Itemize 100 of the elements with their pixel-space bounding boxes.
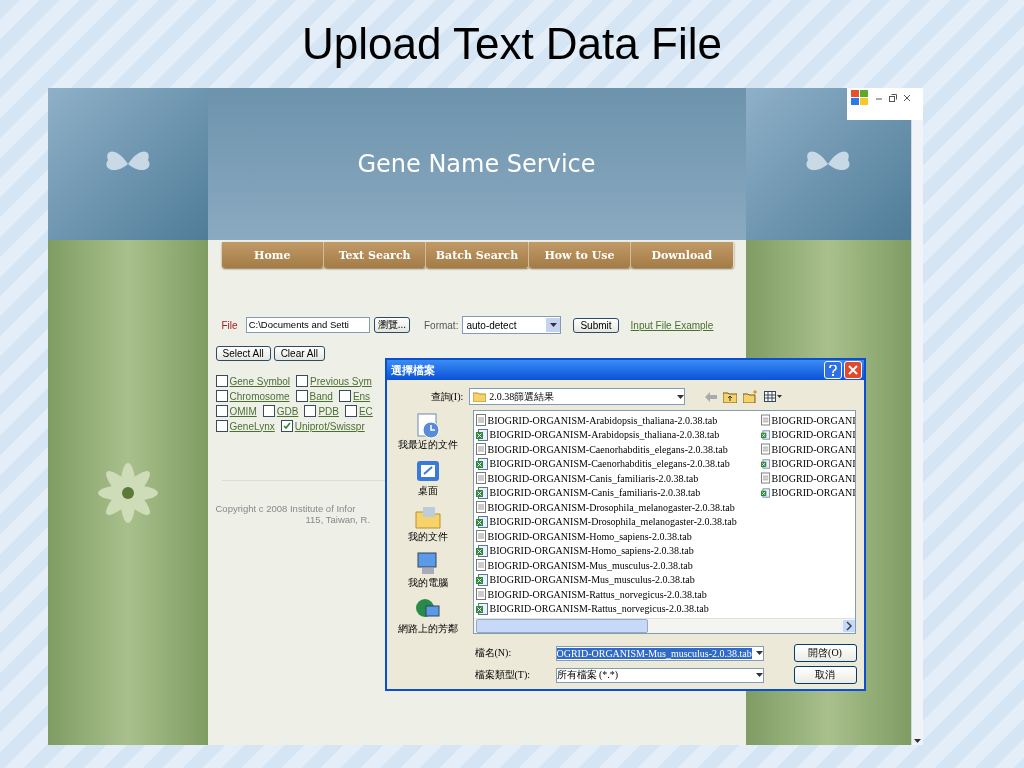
select-button[interactable]: Select All: [215, 346, 271, 361]
up-folder-icon[interactable]: [723, 390, 738, 403]
text-file-icon: [475, 530, 486, 543]
filename-field[interactable]: OGRID-ORGANISM-Mus_musculus-2.0.38.tab: [555, 645, 764, 661]
checkbox[interactable]: [215, 375, 228, 387]
file-item[interactable]: BIOGRID-ORGANI: [760, 471, 855, 486]
place-label[interactable]: 我最近的文件: [397, 438, 458, 452]
spreadsheet-file-icon: [475, 544, 488, 557]
checkbox[interactable]: [215, 405, 228, 417]
file-item[interactable]: BIOGRID-ORGANISM-Rattus_norvegicus-2.0.38.tab: [475, 587, 761, 602]
checkbox[interactable]: [262, 405, 275, 417]
cancel-button[interactable]: 取消: [793, 666, 857, 684]
spreadsheet-file-icon: [475, 602, 488, 615]
file-item[interactable]: BIOGRID-ORGANI: [760, 485, 855, 500]
field-link[interactable]: GeneLynx: [229, 420, 275, 432]
checkbox[interactable]: [295, 390, 308, 402]
field-link[interactable]: Band: [309, 390, 333, 402]
open-button[interactable]: 開啓(O): [793, 644, 857, 662]
caret-icon: [755, 673, 763, 677]
checkbox[interactable]: [296, 375, 309, 387]
close-button[interactable]: [843, 361, 862, 379]
checkbox[interactable]: [215, 390, 228, 402]
checkbox[interactable]: [215, 420, 228, 432]
text-file-icon: [760, 414, 770, 427]
field-link[interactable]: Chromosome: [229, 390, 290, 402]
file-item[interactable]: BIOGRID-ORGANISM-Rattus_norvegicus-2.0.38.tab: [475, 601, 761, 616]
new-folder-icon[interactable]: [743, 390, 759, 403]
slide-title: Upload Text Data File: [302, 18, 722, 70]
field-link[interactable]: OMIM: [229, 405, 257, 417]
spreadsheet-file-icon: [475, 486, 488, 499]
address-text: 115, Taiwan, R.: [305, 514, 371, 525]
filename-label: 檔名(N):: [474, 646, 513, 660]
spreadsheet-file-icon: [475, 457, 488, 470]
format-label: Format:: [423, 319, 459, 331]
spreadsheet-file-icon: [475, 428, 488, 441]
dialog-title: 選擇檔案: [390, 362, 435, 378]
file-item[interactable]: BIOGRID-ORGANI: [760, 427, 855, 442]
checkbox[interactable]: [338, 390, 351, 402]
help-button[interactable]: [823, 361, 842, 379]
scroll-right-icon[interactable]: [842, 620, 855, 632]
place-label[interactable]: 我的文件: [407, 530, 448, 544]
select-button[interactable]: Clear All: [273, 346, 325, 361]
file-item[interactable]: BIOGRID-ORGANI: [760, 413, 855, 428]
site-title: Gene Name Service: [357, 150, 596, 178]
field-link[interactable]: GDB: [276, 405, 299, 417]
field-link[interactable]: Uniprot/Swisspr: [294, 420, 365, 432]
filetype-field[interactable]: 所有檔案 (*.*): [555, 667, 764, 683]
checkbox[interactable]: [304, 405, 317, 417]
scroll-down-icon: [913, 739, 921, 743]
text-file-icon: [475, 559, 486, 572]
text-file-icon: [475, 588, 486, 601]
place-label[interactable]: 桌面: [417, 484, 438, 498]
field-link[interactable]: Gene Symbol: [229, 375, 291, 387]
text-file-icon: [475, 443, 486, 456]
checkbox[interactable]: [280, 420, 293, 432]
file-path-field[interactable]: C:\Documents and Setti: [245, 317, 370, 333]
horizontal-scrollbar[interactable]: [473, 618, 855, 633]
submit-button[interactable]: Submit: [573, 317, 619, 333]
file-item[interactable]: BIOGRID-ORGANISM-Homo_sapiens-2.0.38.tab: [475, 543, 761, 558]
format-select[interactable]: auto-detect: [462, 316, 562, 334]
close-icon[interactable]: [902, 94, 911, 102]
look-in-combo[interactable]: 2.0.38篩選結果: [469, 388, 686, 405]
spreadsheet-file-icon: [760, 486, 770, 499]
file-item[interactable]: BIOGRID-ORGANI: [760, 442, 855, 457]
file-item[interactable]: BIOGRID-ORGANISM-Mus_musculus-2.0.38.tab: [475, 572, 761, 587]
file-item[interactable]: BIOGRID-ORGANISM-Mus_musculus-2.0.38.tab: [475, 558, 761, 573]
folder-icon: [473, 391, 487, 402]
view-menu-icon[interactable]: [764, 391, 783, 402]
file-item[interactable]: BIOGRID-ORGANISM-Caenorhabditis_elegans-2.0.38.tab: [475, 456, 761, 471]
caret-icon: [755, 651, 763, 655]
copyright-text: Copyright c 2008 Institute of Infor: [215, 503, 356, 514]
text-file-icon: [760, 472, 770, 485]
field-link[interactable]: Ens: [352, 390, 371, 402]
file-item[interactable]: BIOGRID-ORGANISM-Drosophila_melanogaster-2.0.38.tab: [475, 514, 761, 529]
place-label[interactable]: 我的電腦: [407, 576, 448, 590]
file-item[interactable]: BIOGRID-ORGANISM-Homo_sapiens-2.0.38.tab: [475, 529, 761, 544]
file-item[interactable]: BIOGRID-ORGANI: [760, 456, 855, 471]
file-item[interactable]: BIOGRID-ORGANISM-Canis_familiaris-2.0.38.tab: [475, 485, 761, 500]
text-file-icon: [475, 414, 486, 427]
filetype-label: 檔案類型(T):: [474, 668, 532, 682]
file-item[interactable]: BIOGRID-ORGANISM-Caenorhabditis_elegans-2.0.38.tab: [475, 442, 761, 457]
file-item[interactable]: BIOGRID-ORGANISM-Drosophila_melanogaster-2.0.38.tab: [475, 500, 761, 515]
example-link[interactable]: Input File Example: [630, 319, 714, 331]
field-link[interactable]: PDB: [318, 405, 339, 417]
file-item[interactable]: BIOGRID-ORGANISM-Arabidopsis_thaliana-2.0.38.tab: [475, 413, 761, 428]
file-label: File: [221, 319, 238, 331]
spreadsheet-file-icon: [760, 457, 770, 470]
checkbox[interactable]: [344, 405, 357, 417]
restore-icon[interactable]: [888, 94, 897, 102]
caret-icon: [549, 323, 557, 327]
text-file-icon: [475, 501, 486, 514]
spreadsheet-file-icon: [475, 515, 488, 528]
text-file-icon: [475, 472, 486, 485]
file-item[interactable]: BIOGRID-ORGANISM-Arabidopsis_thaliana-2.0.38.tab: [475, 427, 761, 442]
file-item[interactable]: BIOGRID-ORGANISM-Canis_familiaris-2.0.38.tab: [475, 471, 761, 486]
field-link[interactable]: Previous Sym: [310, 375, 372, 387]
windows-logo-icon: [850, 90, 869, 106]
field-link[interactable]: EC: [358, 405, 373, 417]
browse-button[interactable]: 瀏覽...: [373, 317, 410, 333]
place-label[interactable]: 網路上的芳鄰: [397, 622, 458, 636]
